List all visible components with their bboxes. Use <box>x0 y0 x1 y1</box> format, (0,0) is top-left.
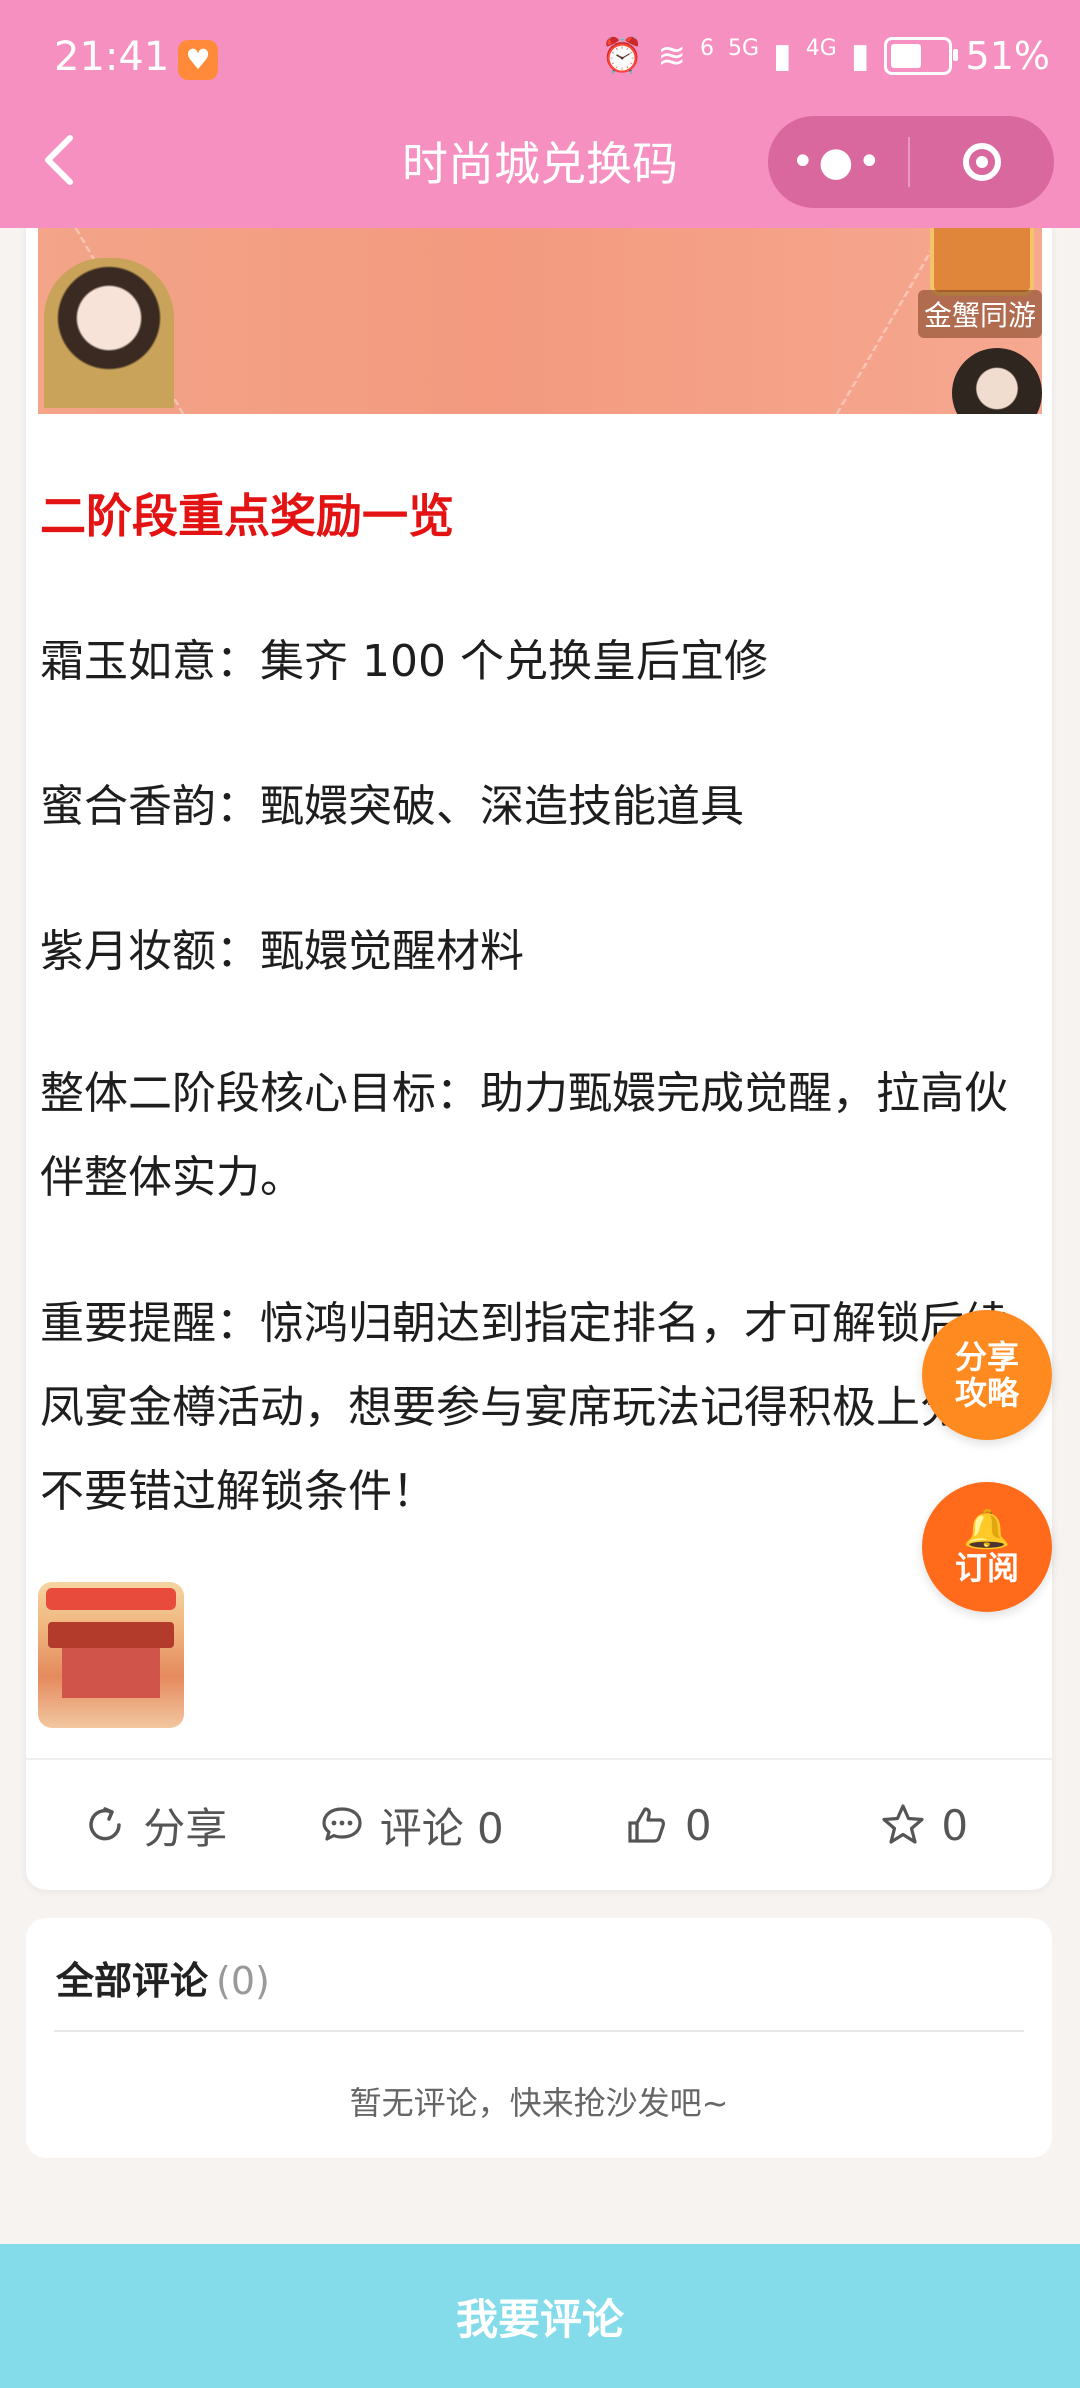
comments-empty-text: 暂无评论，快来抢沙发吧~ <box>349 2084 729 2122</box>
comments-count: (0) <box>216 1959 270 2003</box>
write-comment-button[interactable]: 我要评论 <box>0 2244 1080 2388</box>
article-paragraph: 蜜合香韵：甄嬛突破、深造技能道具 <box>40 781 744 832</box>
article-actions: 分享 评论 0 0 0 <box>26 1762 1052 1888</box>
subscribe-label: 订阅 <box>954 1549 1019 1587</box>
comment-icon <box>322 1807 362 1841</box>
section-title: 二阶段重点奖励一览 <box>40 489 454 543</box>
status-icons: ⏰ ≋ 6 5G ▮ 4G ▮ 51% <box>601 34 1050 78</box>
wifi-label: 6 <box>700 35 714 61</box>
signal-icon-2: ▮ <box>850 36 870 76</box>
article-banner-image: 金蟹同游 <box>38 228 1042 414</box>
thumb-roof <box>48 1622 174 1648</box>
like-button[interactable]: 0 <box>539 1762 796 1888</box>
comments-card: 全部评论 (0) 暂无评论，快来抢沙发吧~ <box>26 1918 1052 2158</box>
article-paragraph: 紫月妆额：甄嬛觉醒材料 <box>40 926 524 977</box>
banner-decoration-2 <box>715 228 946 414</box>
mini-program-capsule: •●• <box>768 116 1054 208</box>
comment-button[interactable]: 评论 0 <box>283 1762 540 1888</box>
article-paragraph: 重要提醒：惊鸿归朝达到指定排名，才可解锁后续凤宴金樽活动，想要参与宴席玩法记得积… <box>40 1298 1008 1517</box>
banner-character-right <box>952 348 1042 414</box>
alarm-icon: ⏰ <box>601 36 644 76</box>
bell-icon: 🔔 <box>963 1507 1011 1551</box>
more-dots-icon[interactable]: •●• <box>768 139 908 185</box>
banner-character-left <box>44 258 174 408</box>
4g-label: 4G <box>805 35 837 61</box>
article-paragraph: 霜玉如意：集齐 100 个兑换皇后宜修 <box>40 636 768 687</box>
article-paragraph: 整体二阶段核心目标：助力甄嬛完成觉醒，拉高伙伴整体实力。 <box>40 1068 1008 1203</box>
heart-app-icon: ♥ <box>178 40 218 80</box>
battery-percent: 51% <box>965 34 1050 78</box>
subscribe-float-button[interactable]: 🔔 订阅 <box>922 1482 1052 1612</box>
share-guide-line1: 分享 <box>954 1338 1019 1376</box>
share-guide-float-button[interactable]: 分享 攻略 <box>922 1310 1052 1440</box>
5g-label: 5G <box>728 35 760 61</box>
status-time: 21:41 <box>54 34 170 80</box>
signal-icon: ▮ <box>773 36 792 76</box>
share-guide-line2: 攻略 <box>954 1374 1019 1412</box>
banner-tag: 金蟹同游 <box>917 290 1042 338</box>
comments-title-text: 全部评论 <box>56 1959 209 2003</box>
thumb-title-strip <box>46 1588 176 1610</box>
comment-label: 评论 0 <box>379 1803 504 1853</box>
banner-gate-icon <box>930 228 1034 296</box>
thumbs-up-icon <box>628 1807 665 1843</box>
wifi-icon: ≋ <box>657 36 687 76</box>
thumb-building <box>62 1648 160 1698</box>
top-bar: 21:41 ♥ ⏰ ≋ 6 5G ▮ 4G ▮ 51% 时尚城兑换码 •●• <box>0 0 1080 228</box>
comments-title: 全部评论 (0) <box>56 1950 270 2005</box>
target-circle-icon <box>963 143 1001 181</box>
like-count: 0 <box>684 1800 712 1850</box>
favorite-button[interactable]: 0 <box>796 1762 1053 1888</box>
article-thumbnail-image[interactable] <box>38 1582 184 1728</box>
favorite-count: 0 <box>941 1800 969 1850</box>
close-target-button[interactable] <box>910 143 1054 181</box>
battery-icon <box>883 37 958 75</box>
share-button[interactable]: 分享 <box>26 1762 283 1888</box>
actions-divider <box>26 1758 1052 1760</box>
share-label: 分享 <box>143 1803 228 1853</box>
star-icon <box>882 1804 924 1844</box>
share-icon <box>89 1807 121 1841</box>
comments-divider <box>54 2030 1024 2032</box>
